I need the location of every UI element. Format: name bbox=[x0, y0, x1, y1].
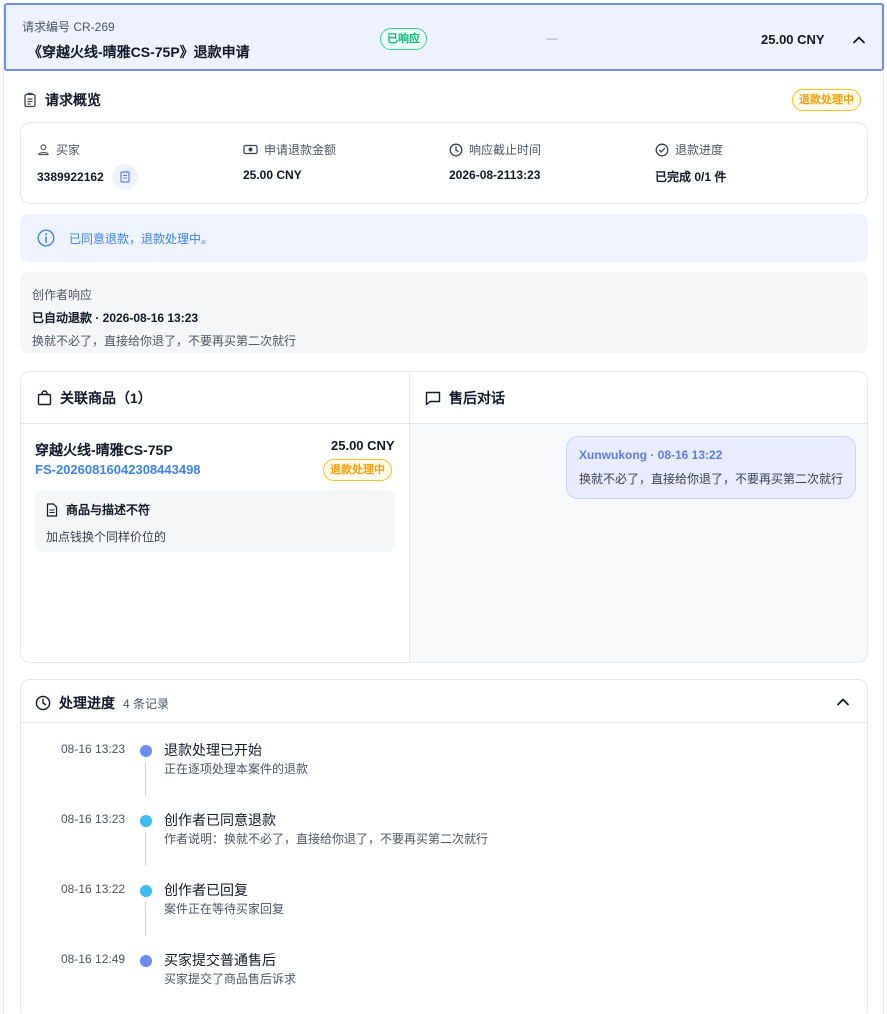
products-title: 关联商品（1） bbox=[37, 388, 152, 408]
creator-response-message: 换就不必了，直接给你退了，不要再买第二次就行 bbox=[32, 334, 297, 348]
buyer-col: 买家 3389922162 bbox=[37, 141, 138, 190]
product-price: 25.00 CNY bbox=[331, 438, 395, 453]
timeline-connector bbox=[145, 832, 146, 866]
clock-icon bbox=[35, 695, 51, 711]
chat-title: 售后对话 bbox=[425, 388, 505, 408]
timeline-desc: 作者说明：换就不必了，直接给你退了，不要再买第二次就行 bbox=[164, 832, 489, 846]
chat-message-header: Xunwukong · 08-16 13:22 bbox=[579, 448, 723, 462]
timeline-desc: 案件正在等待买家回复 bbox=[164, 902, 285, 916]
chat-message: Xunwukong · 08-16 13:22 换就不必了，直接给你退了，不要再… bbox=[566, 436, 856, 499]
timeline-item: 08-16 13:23 退款处理已开始正在逐项处理本案件的退款 bbox=[21, 742, 867, 802]
request-header[interactable]: 请求编号 CR-269 《穿越火线-晴雅CS-75P》退款申请 已响应 — 25… bbox=[4, 3, 884, 71]
timeline-connector bbox=[145, 902, 146, 936]
timeline-title: 创作者已同意退款 bbox=[164, 812, 276, 828]
timeline-item: 08-16 12:49 买家提交普通售后买家提交了商品售后诉求 bbox=[21, 952, 867, 1012]
timeline-title: 退款处理已开始 bbox=[164, 742, 262, 758]
info-bar: 已同意退款，退款处理中。 bbox=[20, 214, 868, 262]
progress-col: 退款进度 已完成 0/1 件 bbox=[655, 141, 726, 185]
timeline-item: 08-16 13:23 创作者已同意退款作者说明：换就不必了，直接给你退了，不要再… bbox=[21, 812, 867, 872]
progress-title-text: 处理进度 bbox=[59, 695, 115, 711]
copy-buyer-button[interactable] bbox=[111, 164, 138, 190]
chat-icon bbox=[425, 391, 441, 405]
timeline-title: 创作者已回复 bbox=[164, 882, 248, 898]
creator-response-card: 创作者响应 已自动退款 · 2026-08-16 13:23 换就不必了，直接给… bbox=[20, 272, 868, 353]
timeline-dot bbox=[140, 815, 152, 827]
shopping-bag-icon bbox=[37, 390, 52, 406]
divider bbox=[409, 372, 410, 662]
info-icon bbox=[37, 229, 55, 247]
chevron-up-icon[interactable] bbox=[849, 30, 869, 50]
refund-amount-col: 申请退款金额 25.00 CNY bbox=[243, 141, 336, 182]
product-name[interactable]: 穿越火线-晴雅CS-75P bbox=[35, 440, 173, 460]
refund-reason-detail: 加点钱换个同样价位的 bbox=[46, 530, 167, 544]
timeline-time: 08-16 12:49 bbox=[61, 952, 126, 966]
user-icon bbox=[38, 144, 49, 156]
status-badge: 已响应 bbox=[380, 28, 427, 50]
timeline-dot bbox=[140, 955, 152, 967]
copy-icon bbox=[120, 171, 130, 183]
timeline-item: 08-16 13:22 创作者已回复案件正在等待买家回复 bbox=[21, 882, 867, 942]
refund-amount-label: 申请退款金额 bbox=[264, 143, 337, 157]
refund-progress-value: 已完成 0/1 件 bbox=[655, 170, 727, 184]
timeline-desc: 正在逐项处理本案件的退款 bbox=[164, 762, 309, 776]
product-status-badge: 退款处理中 bbox=[323, 459, 392, 481]
timeline-dot bbox=[140, 885, 152, 897]
buyer-label: 买家 bbox=[56, 143, 81, 157]
overview-card: 买家 3389922162 申请退款金额 25.00 CNY 响应截止时间 20… bbox=[20, 122, 868, 204]
timeline-time: 08-16 13:23 bbox=[61, 742, 126, 756]
product-sku-link[interactable]: FS-20260816042308443498 bbox=[35, 462, 201, 477]
overview-status-badge: 退款处理中 bbox=[792, 89, 861, 111]
buyer-id: 3389922162 bbox=[37, 170, 104, 184]
header-amount: 25.00 CNY bbox=[761, 32, 825, 47]
banknote-icon bbox=[243, 144, 258, 155]
timeline-title: 买家提交普通售后 bbox=[164, 952, 276, 968]
deadline-value: 2026-08-2113:23 bbox=[449, 168, 541, 182]
clipboard-icon bbox=[24, 92, 36, 108]
refund-progress-label: 退款进度 bbox=[675, 143, 724, 157]
divider bbox=[21, 423, 867, 424]
request-title: 《穿越火线-晴雅CS-75P》退款申请 bbox=[28, 44, 250, 60]
overview-title-text: 请求概览 bbox=[45, 92, 101, 108]
refund-reason-title: 商品与描述不符 bbox=[66, 503, 151, 517]
progress-count: 4 条记录 bbox=[123, 696, 170, 711]
timeline-time: 08-16 13:22 bbox=[61, 882, 126, 896]
document-icon bbox=[46, 502, 58, 517]
overview-title: 请求概览 bbox=[22, 90, 101, 110]
products-chat-card: 关联商品（1） 售后对话 穿越火线-晴雅CS-75P 25.00 CNY FS-… bbox=[20, 371, 868, 663]
timeline-dot bbox=[140, 745, 152, 757]
deadline-label: 响应截止时间 bbox=[469, 143, 542, 157]
chevron-up-icon[interactable] bbox=[833, 692, 853, 712]
timeline-desc: 买家提交了商品售后诉求 bbox=[164, 972, 297, 986]
check-circle-icon bbox=[655, 143, 669, 156]
header-dash: — bbox=[546, 31, 558, 45]
chat-message-text: 换就不必了，直接给你退了，不要再买第二次就行 bbox=[579, 472, 844, 486]
chat-title-text: 售后对话 bbox=[449, 390, 505, 406]
timeline-connector bbox=[145, 762, 146, 796]
progress-card: 处理进度 4 条记录 08-16 13:23 退款处理已开始正在逐项处理本案件的退… bbox=[20, 679, 868, 1014]
refund-reason-box: 商品与描述不符 加点钱换个同样价位的 bbox=[35, 490, 395, 552]
progress-title: 处理进度 4 条记录 bbox=[35, 693, 169, 713]
products-title-text: 关联商品（1） bbox=[60, 390, 152, 406]
timeline-time: 08-16 13:23 bbox=[61, 812, 126, 826]
deadline-col: 响应截止时间 2026-08-2113:23 bbox=[449, 141, 541, 182]
clock-icon bbox=[449, 143, 463, 156]
creator-response-label: 创作者响应 bbox=[32, 288, 93, 302]
progress-header[interactable]: 处理进度 4 条记录 bbox=[21, 680, 867, 723]
refund-amount-value: 25.00 CNY bbox=[243, 168, 302, 182]
info-text: 已同意退款，退款处理中。 bbox=[69, 231, 214, 246]
request-id: 请求编号 CR-269 bbox=[22, 20, 115, 34]
creator-response-headline: 已自动退款 · 2026-08-16 13:23 bbox=[32, 311, 199, 325]
